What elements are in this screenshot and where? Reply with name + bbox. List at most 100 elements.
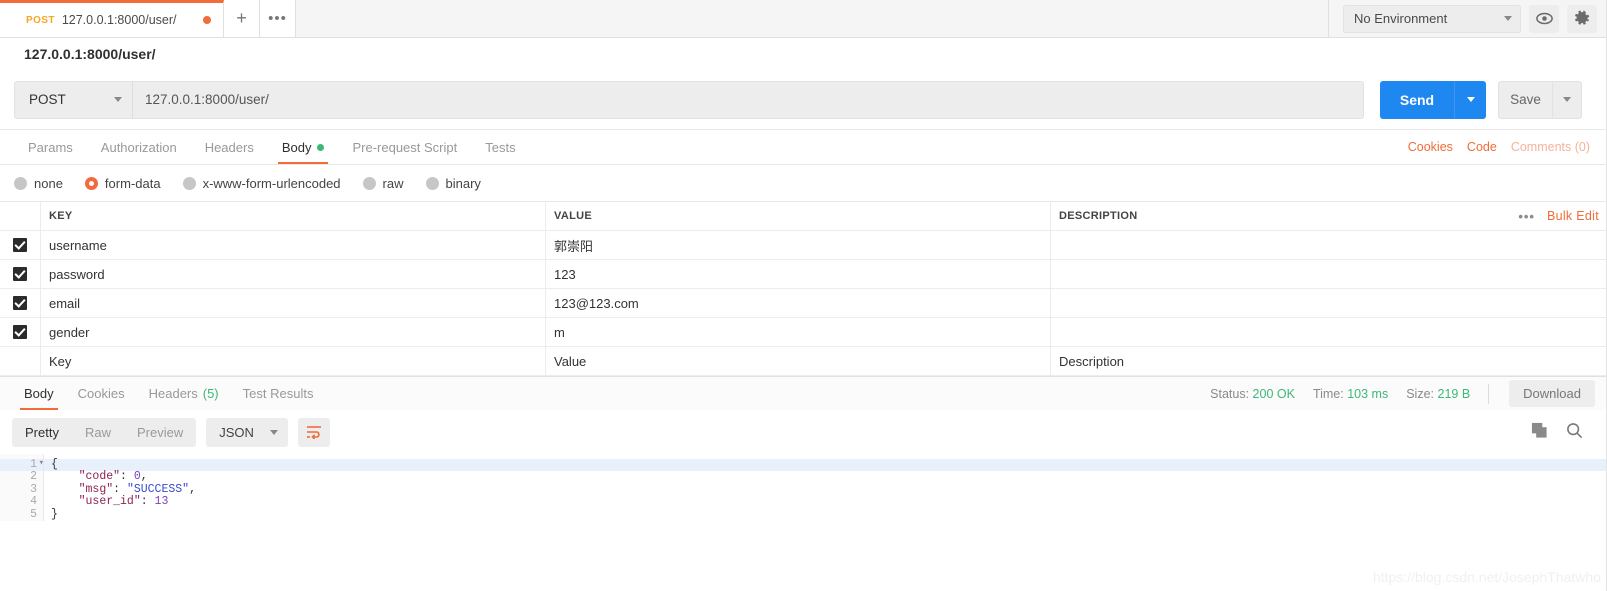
copy-button[interactable] [1531,422,1548,442]
view-mode-pretty[interactable]: Pretty [12,418,72,447]
comments-link[interactable]: Comments (0) [1511,140,1590,154]
row-key: username [49,237,107,253]
tab-params[interactable]: Params [14,130,87,164]
table-row[interactable]: gender m [0,318,1607,347]
code-token-punct: , [140,470,148,484]
radio-icon [182,176,196,190]
response-body-viewer[interactable]: 1 2 3 4 5 { "code": 0, "msg": "SUCCESS",… [0,454,1607,521]
chevron-down-icon [1466,97,1475,102]
row-checkbox-cell[interactable] [0,260,41,288]
radio-icon [14,176,27,190]
new-tab-button[interactable]: + [224,0,260,37]
bulk-edit-button[interactable]: Bulk Edit [1547,209,1599,223]
code-token: { [51,458,58,471]
line-number-gutter: 1 2 3 4 5 [0,454,44,521]
line-number: 4 [30,495,37,509]
code-link[interactable]: Code [1467,140,1497,154]
response-tab-body[interactable]: Body [12,377,66,410]
line-number: 2 [30,470,37,484]
download-button[interactable]: Download [1509,380,1595,407]
response-tab-headers[interactable]: Headers (5) [137,377,231,410]
word-wrap-button[interactable] [297,417,330,447]
tab-tests[interactable]: Tests [471,130,529,164]
table-row[interactable]: username 郭崇阳 [0,231,1607,260]
code-lines: { "code": 0, "msg": "SUCCESS", "user_id"… [44,454,1607,521]
tab-authorization[interactable]: Authorization [87,130,191,164]
table-empty-row[interactable]: Key Value Description [0,347,1607,376]
url-input[interactable]: 127.0.0.1:8000/user/ [132,80,1364,119]
response-format-select[interactable]: JSON [206,417,288,447]
tab-headers-label: Headers [204,139,254,155]
checkbox-checked-icon[interactable] [13,296,27,310]
response-tab-cookies-label: Cookies [77,386,125,401]
response-toolbar: Pretty Raw Preview JSON [0,410,1607,454]
checkbox-checked-icon[interactable] [13,267,27,281]
eye-icon [1535,12,1553,25]
body-type-form-data[interactable]: form-data [84,176,161,191]
status-group: Status: 200 OK [1210,387,1295,401]
body-type-raw[interactable]: raw [362,176,404,191]
watermark: https://blog.csdn.net/JosephThatwho [1372,569,1601,585]
code-line: { [44,458,1607,472]
save-options-button[interactable] [1552,80,1582,119]
table-row[interactable]: email 123@123.com [0,289,1607,318]
code-token-punct: : [140,495,155,509]
body-type-none[interactable]: none [14,176,63,191]
save-group: Save [1498,80,1582,119]
response-tab-cookies[interactable]: Cookies [66,377,137,410]
tab-pre-request-script[interactable]: Pre-request Script [338,130,471,164]
header-actions: ••• Bulk Edit [1518,209,1599,224]
header-description: DESCRIPTION [1059,210,1138,222]
body-type-urlencoded-label: x-www-form-urlencoded [202,175,341,191]
tab-tests-label: Tests [485,139,516,155]
environment-quick-look-button[interactable] [1529,4,1559,33]
code-token-key: "user_id" [78,495,141,509]
chevron-down-icon [114,97,122,102]
empty-row-key-placeholder: Key [49,353,72,369]
cookies-link[interactable]: Cookies [1408,140,1453,154]
send-options-button[interactable] [1454,80,1486,119]
settings-button[interactable] [1567,4,1597,33]
row-checkbox-cell[interactable] [0,289,41,317]
body-type-binary[interactable]: binary [425,176,481,191]
tab-body[interactable]: Body [268,130,339,164]
row-key: gender [49,324,90,340]
chevron-down-icon [1504,16,1512,21]
checkbox-checked-icon[interactable] [13,325,27,339]
checkbox-checked-icon[interactable] [13,238,27,252]
copy-icon [1531,422,1547,438]
request-name: 127.0.0.1:8000/user/ [24,46,156,62]
body-type-radios: none form-data x-www-form-urlencoded raw… [0,165,1607,201]
tab-authorization-label: Authorization [100,139,177,155]
row-checkbox-cell[interactable] [0,231,41,259]
response-tab-test-results[interactable]: Test Results [231,377,326,410]
request-tab[interactable]: POST 127.0.0.1:8000/user/ [0,0,224,37]
http-method-select[interactable]: POST [14,80,132,119]
environment-area: No Environment [1328,0,1607,37]
row-value: 123@123.com [554,295,639,311]
row-checkbox-cell[interactable] [0,347,41,375]
size-group: Size: 219 B [1406,387,1470,401]
gear-icon [1574,10,1589,25]
search-button[interactable] [1566,422,1583,442]
request-links: Cookies Code Comments (0) [1408,130,1593,164]
word-wrap-icon [306,426,321,439]
table-row[interactable]: password 123 [0,260,1607,289]
row-checkbox-cell[interactable] [0,318,41,346]
body-type-urlencoded[interactable]: x-www-form-urlencoded [182,175,341,191]
environment-select[interactable]: No Environment [1343,4,1521,33]
save-button[interactable]: Save [1498,80,1552,119]
send-button[interactable]: Send [1380,80,1454,119]
row-value: 123 [554,266,576,282]
table-options-button[interactable]: ••• [1518,209,1535,224]
radio-selected-icon [84,176,98,190]
view-mode-preview[interactable]: Preview [124,418,196,447]
url-input-value: 127.0.0.1:8000/user/ [145,92,269,107]
status-value: 200 OK [1252,386,1295,401]
view-mode-raw[interactable]: Raw [72,418,124,447]
table-header-row: KEY VALUE DESCRIPTION ••• Bulk Edit [0,202,1607,231]
header-check-cell [0,202,41,230]
tab-options-button[interactable]: ••• [260,0,296,37]
tab-headers[interactable]: Headers [191,130,268,164]
